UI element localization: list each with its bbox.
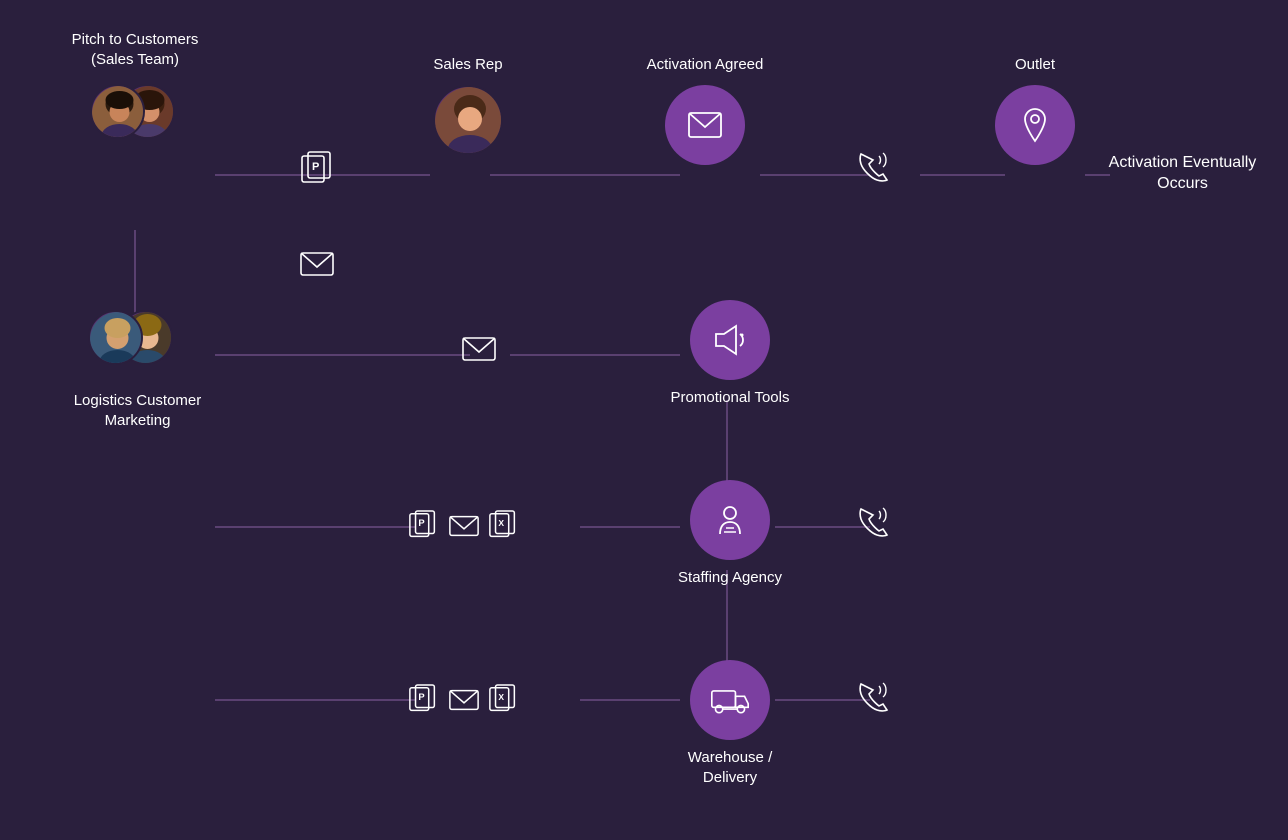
warehouse-circle xyxy=(690,660,770,740)
activation-agreed-circle xyxy=(665,85,745,165)
powerpoint-icon-mid: P xyxy=(408,510,440,542)
staffing-agency-node: Staffing Agency xyxy=(660,480,800,588)
phone-icon-staffing xyxy=(853,505,891,543)
diagram: Pitch to Customers (Sales Team) xyxy=(0,0,1288,840)
sales-rep-label: Sales Rep xyxy=(433,55,502,75)
pitch-label: Pitch to Customers (Sales Team) xyxy=(72,30,199,69)
icon-row-bottom: P X xyxy=(408,684,520,716)
pitch-avatars xyxy=(90,79,180,149)
staffing-circle xyxy=(690,480,770,560)
logistics-avatar-1 xyxy=(88,310,143,365)
activation-eventually-label: Activation Eventually Occurs xyxy=(1103,153,1263,195)
email-icon-middle xyxy=(460,330,498,368)
excel-icon-mid: X xyxy=(488,510,520,542)
logistics-avatars xyxy=(88,305,188,375)
email-icon-mid xyxy=(448,510,480,542)
excel-icon-bottom: X xyxy=(488,684,520,716)
svg-text:X: X xyxy=(498,518,504,528)
promotional-label: Promotional Tools xyxy=(671,388,790,408)
svg-text:X: X xyxy=(498,692,504,702)
warehouse-delivery-node: Warehouse / Delivery xyxy=(660,660,800,787)
sales-rep-avatar xyxy=(433,85,503,155)
avatar-1 xyxy=(90,84,145,139)
svg-text:P: P xyxy=(418,691,424,702)
svg-text:P: P xyxy=(418,517,424,528)
outlet-node: Outlet xyxy=(985,55,1085,165)
powerpoint-icon-top: P xyxy=(298,150,336,188)
logistics-label: Logistics Customer Marketing xyxy=(73,391,203,430)
email-icon-left xyxy=(298,245,336,283)
email-icon-bottom xyxy=(448,684,480,716)
logistics-node: Logistics Customer Marketing xyxy=(55,305,220,430)
activation-agreed-label: Activation Agreed xyxy=(647,55,764,75)
svg-text:P: P xyxy=(312,161,319,173)
promotional-tools-node: Promotional Tools xyxy=(660,300,800,408)
pitch-to-customers-node: Pitch to Customers (Sales Team) xyxy=(55,30,215,149)
activation-agreed-node: Activation Agreed xyxy=(645,55,765,165)
promotional-circle xyxy=(690,300,770,380)
outlet-circle xyxy=(995,85,1075,165)
outlet-label: Outlet xyxy=(1015,55,1055,75)
sales-rep-node: Sales Rep xyxy=(418,55,518,155)
phone-icon-warehouse xyxy=(853,680,891,718)
warehouse-label: Warehouse / Delivery xyxy=(665,748,795,787)
phone-icon-top xyxy=(853,150,891,188)
powerpoint-icon-bottom: P xyxy=(408,684,440,716)
staffing-label: Staffing Agency xyxy=(678,568,782,588)
activation-eventually-node: Activation Eventually Occurs xyxy=(1100,145,1265,195)
icon-row-middle: P X xyxy=(408,510,520,542)
